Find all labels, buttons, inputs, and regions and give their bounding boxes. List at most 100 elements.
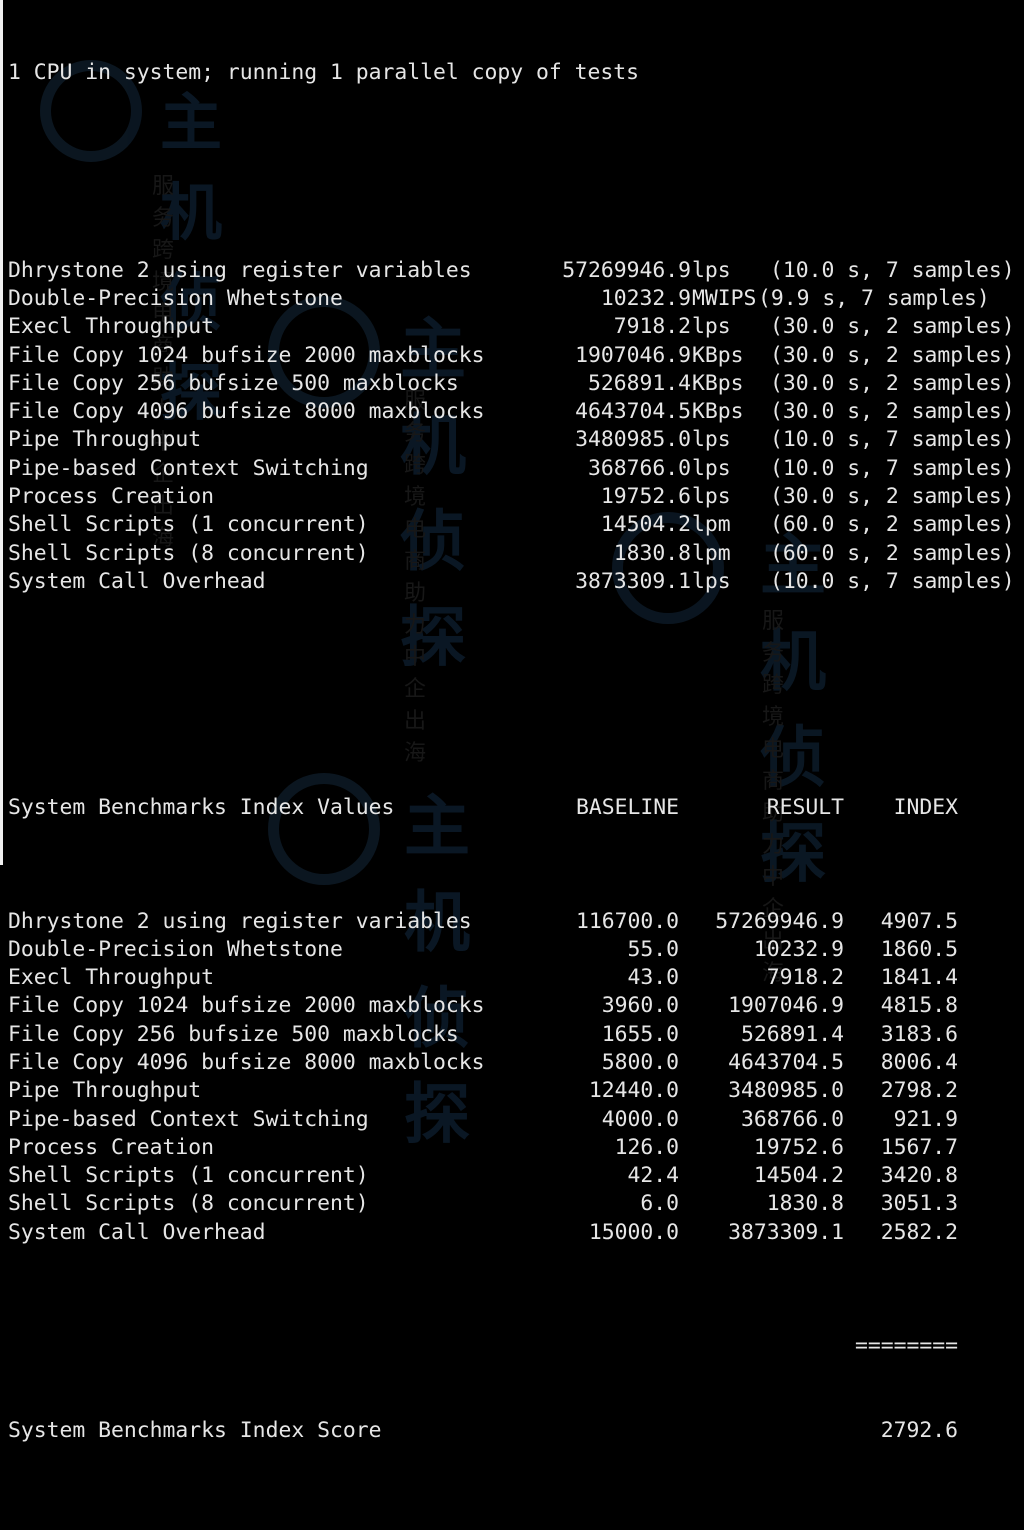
result-value: 3480985.0 [728,1078,844,1104]
test-details: (30.0 s, 2 samples) [770,342,1015,368]
test-unit: lps [692,314,731,340]
header-text: 1 CPU in system; running 1 parallel copy… [8,59,640,85]
test-value: 19752.6 [600,484,691,510]
column-header-result: RESULT [766,795,844,821]
test-details: (30.0 s, 2 samples) [770,314,1015,340]
raw-result-row: Pipe Throughput 3480985.0 lps (10.0 s, 7 sa… [8,426,1024,454]
index-table-row: Shell Scripts (1 concurrent) 42.4 14504.2 3… [8,1162,1024,1190]
test-name: File Copy 1024 bufsize 2000 maxblocks [8,342,485,368]
index-table-row: Process Creation 126.0 19752.6 1567.7 [8,1134,1024,1162]
score-label: System Benchmarks Index Score [8,1417,382,1443]
index-table-row: Execl Throughput 43.0 7918.2 1841.4 [8,964,1024,992]
test-unit: KBps [692,370,744,396]
index-table-title: System Benchmarks Index Values [8,795,395,821]
test-details: (10.0 s, 7 samples) [770,455,1015,481]
test-name: File Copy 4096 bufsize 8000 maxblocks [8,1049,485,1075]
baseline-value: 15000.0 [588,1219,679,1245]
test-name: Shell Scripts (8 concurrent) [8,1191,369,1217]
result-value: 3873309.1 [728,1219,844,1245]
test-details: (10.0 s, 7 samples) [770,427,1015,453]
result-value: 14504.2 [753,1163,844,1189]
raw-result-row: Pipe-based Context Switching 368766.0 lps (… [8,455,1024,483]
test-unit: MWIPS [692,285,757,311]
window-left-border [0,0,3,865]
test-unit: lps [692,455,731,481]
test-name: Shell Scripts (8 concurrent) [8,540,369,566]
result-value: 4643704.5 [728,1049,844,1075]
index-table-row: File Copy 1024 bufsize 2000 maxblocks 396… [8,992,1024,1020]
index-table-row: Double-Precision Whetstone 55.0 10232.9 186… [8,936,1024,964]
baseline-value: 126.0 [614,1134,679,1160]
index-value: 1841.4 [880,965,958,991]
raw-result-row: Process Creation 19752.6 lps (30.0 s, 2 sam… [8,483,1024,511]
index-value: 4907.5 [880,908,958,934]
baseline-value: 55.0 [627,936,679,962]
index-table-row: File Copy 4096 bufsize 8000 maxblocks 580… [8,1049,1024,1077]
raw-result-row: Dhrystone 2 using register variables 5726… [8,257,1024,285]
test-unit: lps [692,257,731,283]
index-table-row: File Copy 256 bufsize 500 maxblocks 1655.… [8,1021,1024,1049]
test-name: Dhrystone 2 using register variables [8,908,472,934]
baseline-value: 5800.0 [601,1049,679,1075]
column-header-baseline: BASELINE [575,795,679,821]
test-name: Process Creation [8,1134,215,1160]
raw-result-row: Shell Scripts (8 concurrent) 1830.8 lpm (60… [8,540,1024,568]
index-table-row: Pipe Throughput 12440.0 3480985.0 2798.2 [8,1077,1024,1105]
index-table-header: System Benchmarks Index Values BASELINE … [8,794,1024,822]
test-unit: KBps [692,399,744,425]
index-table-row: Shell Scripts (8 concurrent) 6.0 1830.8 305… [8,1190,1024,1218]
index-value: 2798.2 [880,1078,958,1104]
test-details: (10.0 s, 7 samples) [770,257,1015,283]
test-details: (30.0 s, 2 samples) [770,399,1015,425]
raw-result-row: File Copy 1024 bufsize 2000 maxblocks 190… [8,342,1024,370]
index-value: 3051.3 [880,1191,958,1217]
result-value: 1907046.9 [728,993,844,1019]
test-value: 4643704.5 [575,399,691,425]
baseline-value: 1655.0 [601,1021,679,1047]
test-value: 10232.9 [600,285,691,311]
test-details: (60.0 s, 2 samples) [770,512,1015,538]
test-unit: lps [692,568,731,594]
index-table-row: Pipe-based Context Switching 4000.0 368766… [8,1106,1024,1134]
test-unit: KBps [692,342,744,368]
test-name: System Call Overhead [8,1219,266,1245]
baseline-value: 116700.0 [575,908,679,934]
raw-result-row: Execl Throughput 7918.2 lps (30.0 s, 2 samp… [8,313,1024,341]
test-value: 1907046.9 [575,342,691,368]
test-details: (30.0 s, 2 samples) [770,484,1015,510]
test-name: Process Creation [8,484,215,510]
baseline-value: 43.0 [627,965,679,991]
baseline-value: 6.0 [640,1191,679,1217]
index-value: 921.9 [893,1106,958,1132]
raw-result-row: File Copy 4096 bufsize 8000 maxblocks 464… [8,398,1024,426]
result-value: 1830.8 [766,1191,844,1217]
baseline-value: 12440.0 [588,1078,679,1104]
test-name: Dhrystone 2 using register variables [8,257,472,283]
baseline-value: 4000.0 [601,1106,679,1132]
terminal-output[interactable]: 1 CPU in system; running 1 parallel copy… [8,2,1024,1443]
index-value: 8006.4 [880,1049,958,1075]
test-name: Pipe Throughput [8,1078,202,1104]
baseline-value: 42.4 [627,1163,679,1189]
test-value: 3480985.0 [575,427,691,453]
test-name: File Copy 256 bufsize 500 maxblocks [8,370,459,396]
index-value: 1567.7 [880,1134,958,1160]
raw-result-row: Shell Scripts (1 concurrent) 14504.2 lpm (6… [8,511,1024,539]
separator-line: ======== [8,1332,1024,1360]
test-name: Shell Scripts (1 concurrent) [8,512,369,538]
test-name: File Copy 256 bufsize 500 maxblocks [8,1021,459,1047]
result-value: 10232.9 [753,936,844,962]
index-table-row: System Call Overhead 15000.0 3873309.1 2582… [8,1219,1024,1247]
test-details: (30.0 s, 2 samples) [770,370,1015,396]
index-table-rows: Dhrystone 2 using register variables 1167… [8,908,1024,1248]
test-name: Double-Precision Whetstone [8,285,343,311]
result-value: 368766.0 [740,1106,844,1132]
test-value: 368766.0 [587,455,691,481]
test-unit: lps [692,427,731,453]
result-value: 57269946.9 [715,908,844,934]
test-name: File Copy 4096 bufsize 8000 maxblocks [8,399,485,425]
test-name: Pipe-based Context Switching [8,455,369,481]
result-value: 526891.4 [740,1021,844,1047]
raw-result-row: System Call Overhead 3873309.1 lps (10.0 s,… [8,568,1024,596]
